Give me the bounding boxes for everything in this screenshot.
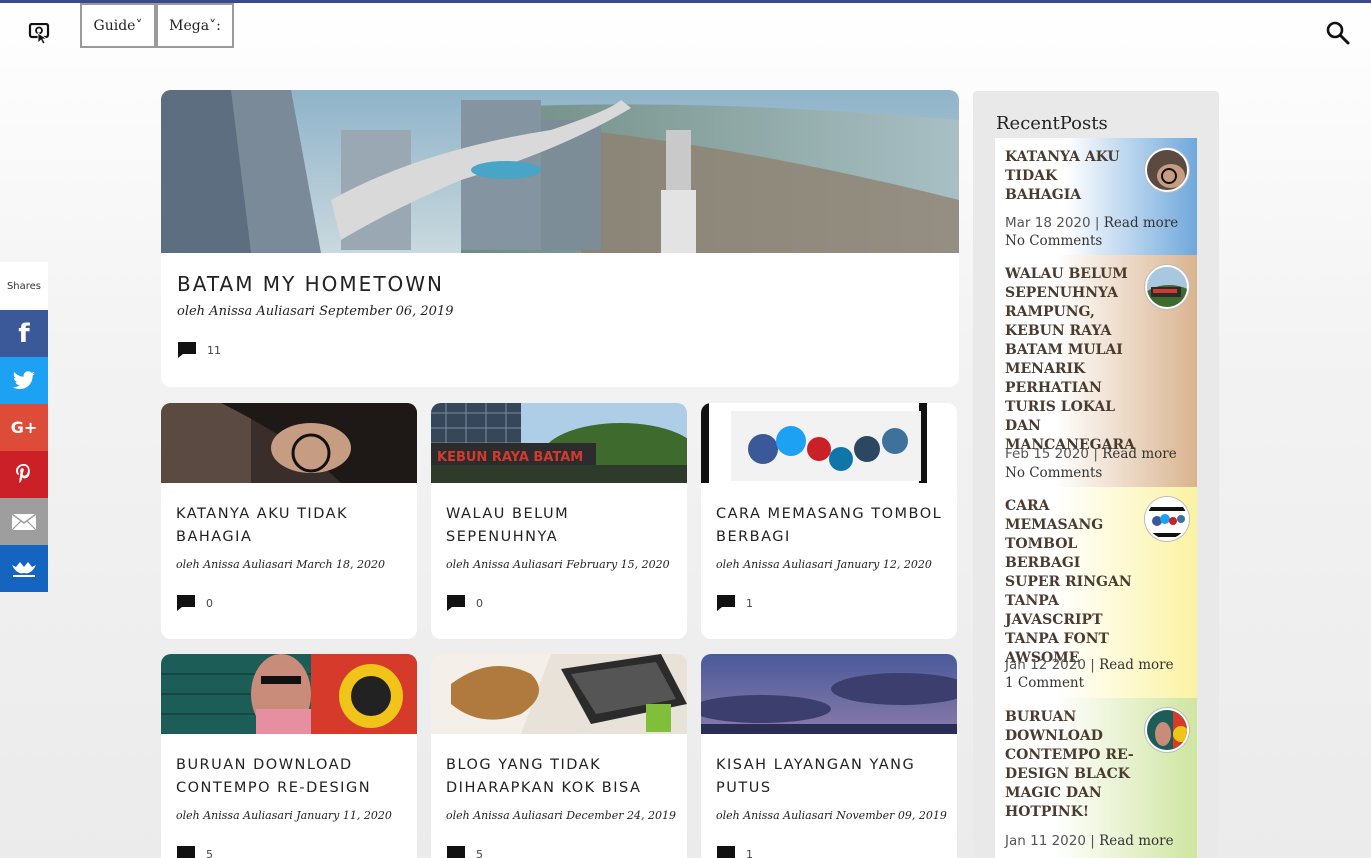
recent-post-thumbnail[interactable] [1145,708,1189,752]
comment-icon [446,594,466,612]
recent-post-title[interactable]: KATANYA AKU TIDAK BAHAGIA [1005,148,1135,205]
email-icon [11,512,37,530]
post-card[interactable]: KATANYA AKU TIDAK BAHAGIA oleh Anissa Au… [161,403,417,639]
recent-post-comments[interactable]: No Comments [1005,233,1102,249]
pinterest-icon [16,463,30,483]
recent-post-title[interactable]: WALAU BELUM SEPENUHNYA RAMPUNG, KEBUN RA… [1005,265,1135,455]
post-meta: oleh Anissa Auliasari November 09, 2019 [716,809,947,822]
comment-count: 1 [746,847,753,858]
post-comments[interactable]: 1 [716,594,753,612]
post-comments[interactable]: 5 [176,845,213,858]
post-card[interactable]: BURUAN DOWNLOAD CONTEMPO RE-DESIGN oleh … [161,654,417,858]
comment-count: 1 [746,596,753,610]
recent-post-title[interactable]: CARA MEMASANG TOMBOL BERBAGI SUPER RINGA… [1005,497,1135,668]
recent-post-thumbnail[interactable] [1145,148,1189,192]
nav-mega-button[interactable]: Mega˅: [156,3,234,48]
header: Guide˅ Mega˅: [0,3,1371,55]
read-more-link[interactable]: Read more [1104,215,1179,231]
featured-post-card[interactable]: Batam my Hometown oleh Anissa Auliasari … [161,90,959,387]
comment-icon [176,594,196,612]
comment-count: 0 [206,596,213,610]
email-share-button[interactable] [0,498,48,545]
post-title[interactable]: CARA MEMASANG TOMBOL BERBAGI [716,503,946,549]
google-plus-share-button[interactable]: G+ [0,404,48,451]
recent-post-thumbnail[interactable] [1145,265,1189,309]
twitter-share-button[interactable] [0,357,48,404]
shares-label: Shares [0,262,48,310]
post-image-caption: KEBUN RAYA BATAM [437,450,583,465]
recent-post-date-line: Jan 12 2020 | Read more [1005,657,1174,673]
recent-post-date: Jan 12 2020 [1005,657,1086,673]
comment-icon [716,594,736,612]
comment-count: 11 [207,343,221,357]
sumo-share-button[interactable] [0,545,48,592]
recent-post-item[interactable]: BURUAN DOWNLOAD CONTEMPO RE-DESIGN BLACK… [995,698,1197,858]
post-title[interactable]: KISAH LAYANGAN YANG PUTUS [716,754,946,800]
post-image[interactable] [701,654,957,734]
read-more-link[interactable]: Read more [1102,446,1177,462]
post-title[interactable]: BLOG YANG TIDAK DIHARAPKAN KOK BISA [446,754,676,800]
featured-post-title[interactable]: Batam my Hometown [177,272,444,296]
recent-post-comments[interactable]: No Comments [1005,465,1102,481]
post-comments[interactable]: 0 [446,594,483,612]
post-comments[interactable]: 0 [176,594,213,612]
logo-icon[interactable] [28,22,52,45]
post-image[interactable] [701,403,957,483]
comment-icon [177,341,197,359]
read-more-link[interactable]: Read more [1099,833,1174,849]
comment-icon [716,845,736,858]
post-meta: oleh Anissa Auliasari December 24, 2019 [446,809,676,822]
post-card[interactable]: KISAH LAYANGAN YANG PUTUS oleh Anissa Au… [701,654,957,858]
featured-post-comments[interactable]: 11 [177,341,221,359]
post-meta: oleh Anissa Auliasari February 15, 2020 [446,558,670,571]
recent-posts-sidebar: RecentPosts KATANYA AKU TIDAK BAHAGIA Ma… [973,91,1219,858]
post-meta: oleh Anissa Auliasari March 18, 2020 [176,558,386,571]
recent-post-date-line: Jan 11 2020 | Read more [1005,833,1174,849]
recent-post-thumbnail[interactable] [1145,497,1189,541]
post-comments[interactable]: 5 [446,845,483,858]
post-card[interactable]: BLOG YANG TIDAK DIHARAPKAN KOK BISA oleh… [431,654,687,858]
featured-post-meta: oleh Anissa Auliasari September 06, 2019 [177,304,454,319]
nav-guide-button[interactable]: Guide˅ [80,3,156,48]
post-title[interactable]: BURUAN DOWNLOAD CONTEMPO RE-DESIGN [176,754,406,800]
post-image[interactable] [161,403,417,483]
comment-icon [446,845,466,858]
recent-post-item[interactable]: KATANYA AKU TIDAK BAHAGIA Mar 18 2020 | … [995,138,1197,255]
post-title[interactable]: KATANYA AKU TIDAK BAHAGIA [176,503,406,549]
post-image[interactable] [431,654,687,734]
crown-icon [12,561,36,577]
share-bar: Shares f G+ [0,262,48,592]
post-meta: oleh Anissa Auliasari January 12, 2020 [716,558,932,571]
recent-post-date: Mar 18 2020 [1005,215,1091,231]
post-card[interactable]: KEBUN RAYA BATAM WALAU BELUM SEPENUHNYA … [431,403,687,639]
recent-post-item[interactable]: WALAU BELUM SEPENUHNYA RAMPUNG, KEBUN RA… [995,255,1197,487]
facebook-icon: f [18,318,30,349]
recent-post-item[interactable]: CARA MEMASANG TOMBOL BERBAGI SUPER RINGA… [995,487,1197,698]
post-image[interactable]: KEBUN RAYA BATAM [431,403,687,483]
sidebar-title: RecentPosts [996,113,1108,134]
recent-post-title[interactable]: BURUAN DOWNLOAD CONTEMPO RE-DESIGN BLACK… [1005,708,1135,822]
pinterest-share-button[interactable] [0,451,48,498]
google-plus-icon: G+ [10,418,38,437]
post-comments[interactable]: 1 [716,845,753,858]
post-title[interactable]: WALAU BELUM SEPENUHNYA [446,503,676,549]
search-icon[interactable] [1325,20,1351,46]
comment-count: 5 [206,847,213,858]
featured-post-image[interactable] [161,90,959,253]
facebook-share-button[interactable]: f [0,310,48,357]
recent-post-comments[interactable]: 1 Comment [1005,675,1084,691]
post-card[interactable]: CARA MEMASANG TOMBOL BERBAGI oleh Anissa… [701,403,957,639]
recent-post-date-line: Mar 18 2020 | Read more [1005,215,1179,231]
recent-post-date-line: Feb 15 2020 | Read more [1005,446,1177,462]
recent-post-date: Feb 15 2020 [1005,446,1090,462]
post-meta: oleh Anissa Auliasari January 11, 2020 [176,809,392,822]
comment-icon [176,845,196,858]
twitter-icon [12,370,35,389]
post-image[interactable] [161,654,417,734]
comment-count: 0 [476,596,483,610]
read-more-link[interactable]: Read more [1099,657,1174,673]
recent-post-date: Jan 11 2020 [1005,833,1086,849]
comment-count: 5 [476,847,483,858]
